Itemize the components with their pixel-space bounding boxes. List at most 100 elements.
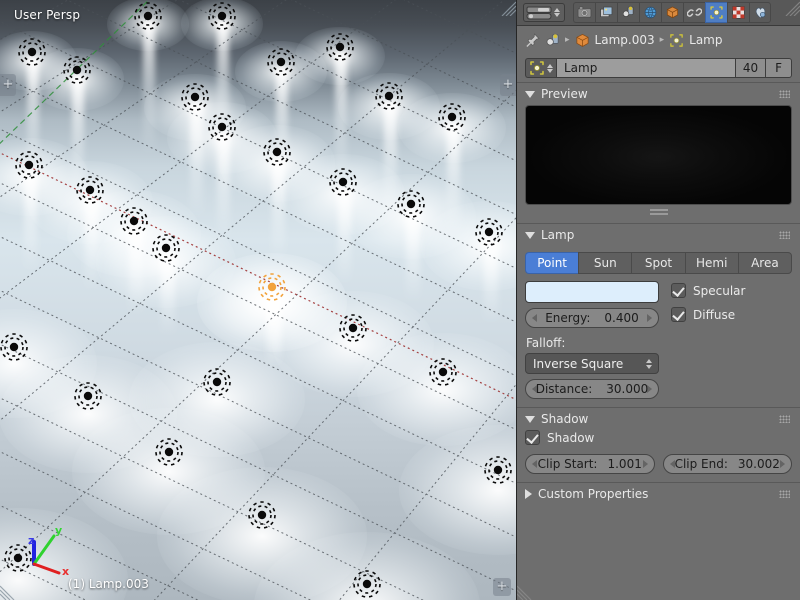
lamp-object[interactable] <box>182 84 208 110</box>
specular-checkbox-row[interactable]: Specular <box>671 283 792 298</box>
lamp-object[interactable] <box>327 34 353 60</box>
lamp-objects-layer[interactable] <box>0 0 516 600</box>
clip-start-field[interactable]: Clip Start: 1.001 <box>525 454 655 474</box>
lamp-type-hemi-button[interactable]: Hemi <box>685 252 738 274</box>
lamp-object[interactable] <box>204 369 230 395</box>
properties-tab-object-data[interactable] <box>705 2 727 23</box>
lamp-distance-field[interactable]: Distance: 30.000 <box>525 379 659 399</box>
lamp-object[interactable] <box>16 152 42 178</box>
lamp-preview-render[interactable] <box>525 105 792 205</box>
area-resize-grip-topright[interactable] <box>500 0 516 16</box>
datablock-fake-user-button[interactable]: F <box>765 58 792 78</box>
lamp-object[interactable] <box>398 191 424 217</box>
pin-icon[interactable] <box>525 33 540 48</box>
lamp-object[interactable] <box>77 177 103 203</box>
breadcrumb-object[interactable]: Lamp.003 <box>575 33 655 48</box>
area-resize-grip-props-topright[interactable] <box>784 0 800 16</box>
panel-drag-handle-icon[interactable] <box>779 231 790 239</box>
properties-tab-physics[interactable] <box>749 2 771 23</box>
lamp-object[interactable] <box>485 457 511 483</box>
properties-tab-render[interactable] <box>573 2 595 23</box>
toolbar-toggle-right[interactable]: + <box>500 74 516 96</box>
properties-tab-world[interactable] <box>639 2 661 23</box>
lamp-object[interactable] <box>330 169 356 195</box>
preview-resize-grabber[interactable] <box>525 205 792 215</box>
area-resize-grip-props-bottomleft[interactable] <box>517 584 533 600</box>
diffuse-checkbox[interactable] <box>671 307 686 322</box>
shadow-checkbox-row[interactable]: Shadow <box>525 430 792 445</box>
properties-tab-scene[interactable] <box>617 2 639 23</box>
datablock-name-input[interactable]: Lamp <box>556 58 735 78</box>
panel-drag-handle-icon[interactable] <box>779 415 790 423</box>
clip-end-field[interactable]: Clip End: 30.002 <box>663 454 793 474</box>
falloff-type-dropdown[interactable]: Inverse Square <box>525 353 659 374</box>
editor-type-selector[interactable] <box>523 3 565 22</box>
lamp-object[interactable] <box>430 359 456 385</box>
lamp-object[interactable] <box>376 83 402 109</box>
id-browse-arrows[interactable] <box>547 64 553 73</box>
breadcrumb[interactable]: ▸ Lamp.003 ▸ Lamp <box>517 26 800 54</box>
lamp-object[interactable] <box>153 235 179 261</box>
lamp-object[interactable] <box>64 57 90 83</box>
lamp-object[interactable] <box>439 104 465 130</box>
panel-lamp-header[interactable]: Lamp <box>517 224 800 246</box>
panel-custom-properties-header[interactable]: Custom Properties <box>517 483 800 505</box>
increment-arrow-icon[interactable] <box>647 385 652 393</box>
shadow-checkbox[interactable] <box>525 430 540 445</box>
panel-drag-handle-icon[interactable] <box>779 90 790 98</box>
lamp-object[interactable] <box>268 49 294 75</box>
panel-preview-header[interactable]: Preview <box>517 83 800 105</box>
properties-tab-texture[interactable] <box>727 2 749 23</box>
shadow-clip-row: Clip Start: 1.001 Clip End: 30.002 <box>525 454 792 474</box>
properties-tab-constraints[interactable] <box>683 2 705 23</box>
toolbar-toggle-left[interactable]: + <box>0 74 16 96</box>
properties-tab-render-layers[interactable] <box>595 2 617 23</box>
id-datablock-row[interactable]: Lamp 40 F <box>517 54 800 82</box>
datablock-users-count[interactable]: 40 <box>735 58 765 78</box>
increment-arrow-icon[interactable] <box>780 460 785 468</box>
scene-icon[interactable] <box>545 33 560 48</box>
decrement-arrow-icon[interactable] <box>670 460 675 468</box>
3d-viewport[interactable]: User Persp (1) Lamp.003 z y x + + + <box>0 0 516 600</box>
lamp-object[interactable] <box>476 219 502 245</box>
lamp-type-toggle-row[interactable]: PointSunSpotHemiArea <box>525 252 792 274</box>
lamp-object[interactable] <box>209 3 235 29</box>
properties-tab-row[interactable] <box>573 2 771 23</box>
panel-drag-handle-icon[interactable] <box>779 490 790 498</box>
diffuse-checkbox-row[interactable]: Diffuse <box>671 307 792 322</box>
lamp-object[interactable] <box>209 114 235 140</box>
chevron-up-icon <box>547 64 553 68</box>
breadcrumb-data[interactable]: Lamp <box>669 33 722 48</box>
lamp-object[interactable] <box>354 571 380 597</box>
lamp-object[interactable] <box>249 502 275 528</box>
increment-arrow-icon[interactable] <box>643 460 648 468</box>
lamp-type-sun-button[interactable]: Sun <box>578 252 631 274</box>
axis-gizmo[interactable]: z y x <box>14 520 76 578</box>
increment-arrow-icon[interactable] <box>647 314 652 322</box>
decrement-arrow-icon[interactable] <box>532 385 537 393</box>
lamp-color-swatch[interactable] <box>525 281 659 303</box>
lamp-object[interactable] <box>340 315 366 341</box>
area-resize-grip-bottomleft[interactable] <box>0 584 16 600</box>
specular-checkbox[interactable] <box>671 283 686 298</box>
lamp-object[interactable] <box>264 139 290 165</box>
toolbar-toggle-bottom[interactable]: + <box>493 578 511 596</box>
lamp-energy-field[interactable]: Energy: 0.400 <box>525 308 659 328</box>
lamp-type-area-button[interactable]: Area <box>738 252 792 274</box>
lamp-object[interactable] <box>19 39 45 65</box>
lamp-object[interactable] <box>135 3 161 29</box>
lamp-object[interactable] <box>156 439 182 465</box>
editor-type-arrows[interactable] <box>554 8 560 17</box>
panel-shadow-header[interactable]: Shadow <box>517 408 800 430</box>
id-datablock-browse[interactable] <box>525 58 556 78</box>
properties-tab-object[interactable] <box>661 2 683 23</box>
lamp-object[interactable] <box>121 208 147 234</box>
lamp-object[interactable] <box>1 334 27 360</box>
lamp-object-selected[interactable] <box>259 274 285 300</box>
lamp-object[interactable] <box>75 383 101 409</box>
chevron-up-icon <box>554 8 560 12</box>
decrement-arrow-icon[interactable] <box>532 460 537 468</box>
decrement-arrow-icon[interactable] <box>532 314 537 322</box>
lamp-type-point-button[interactable]: Point <box>525 252 578 274</box>
lamp-type-spot-button[interactable]: Spot <box>631 252 684 274</box>
